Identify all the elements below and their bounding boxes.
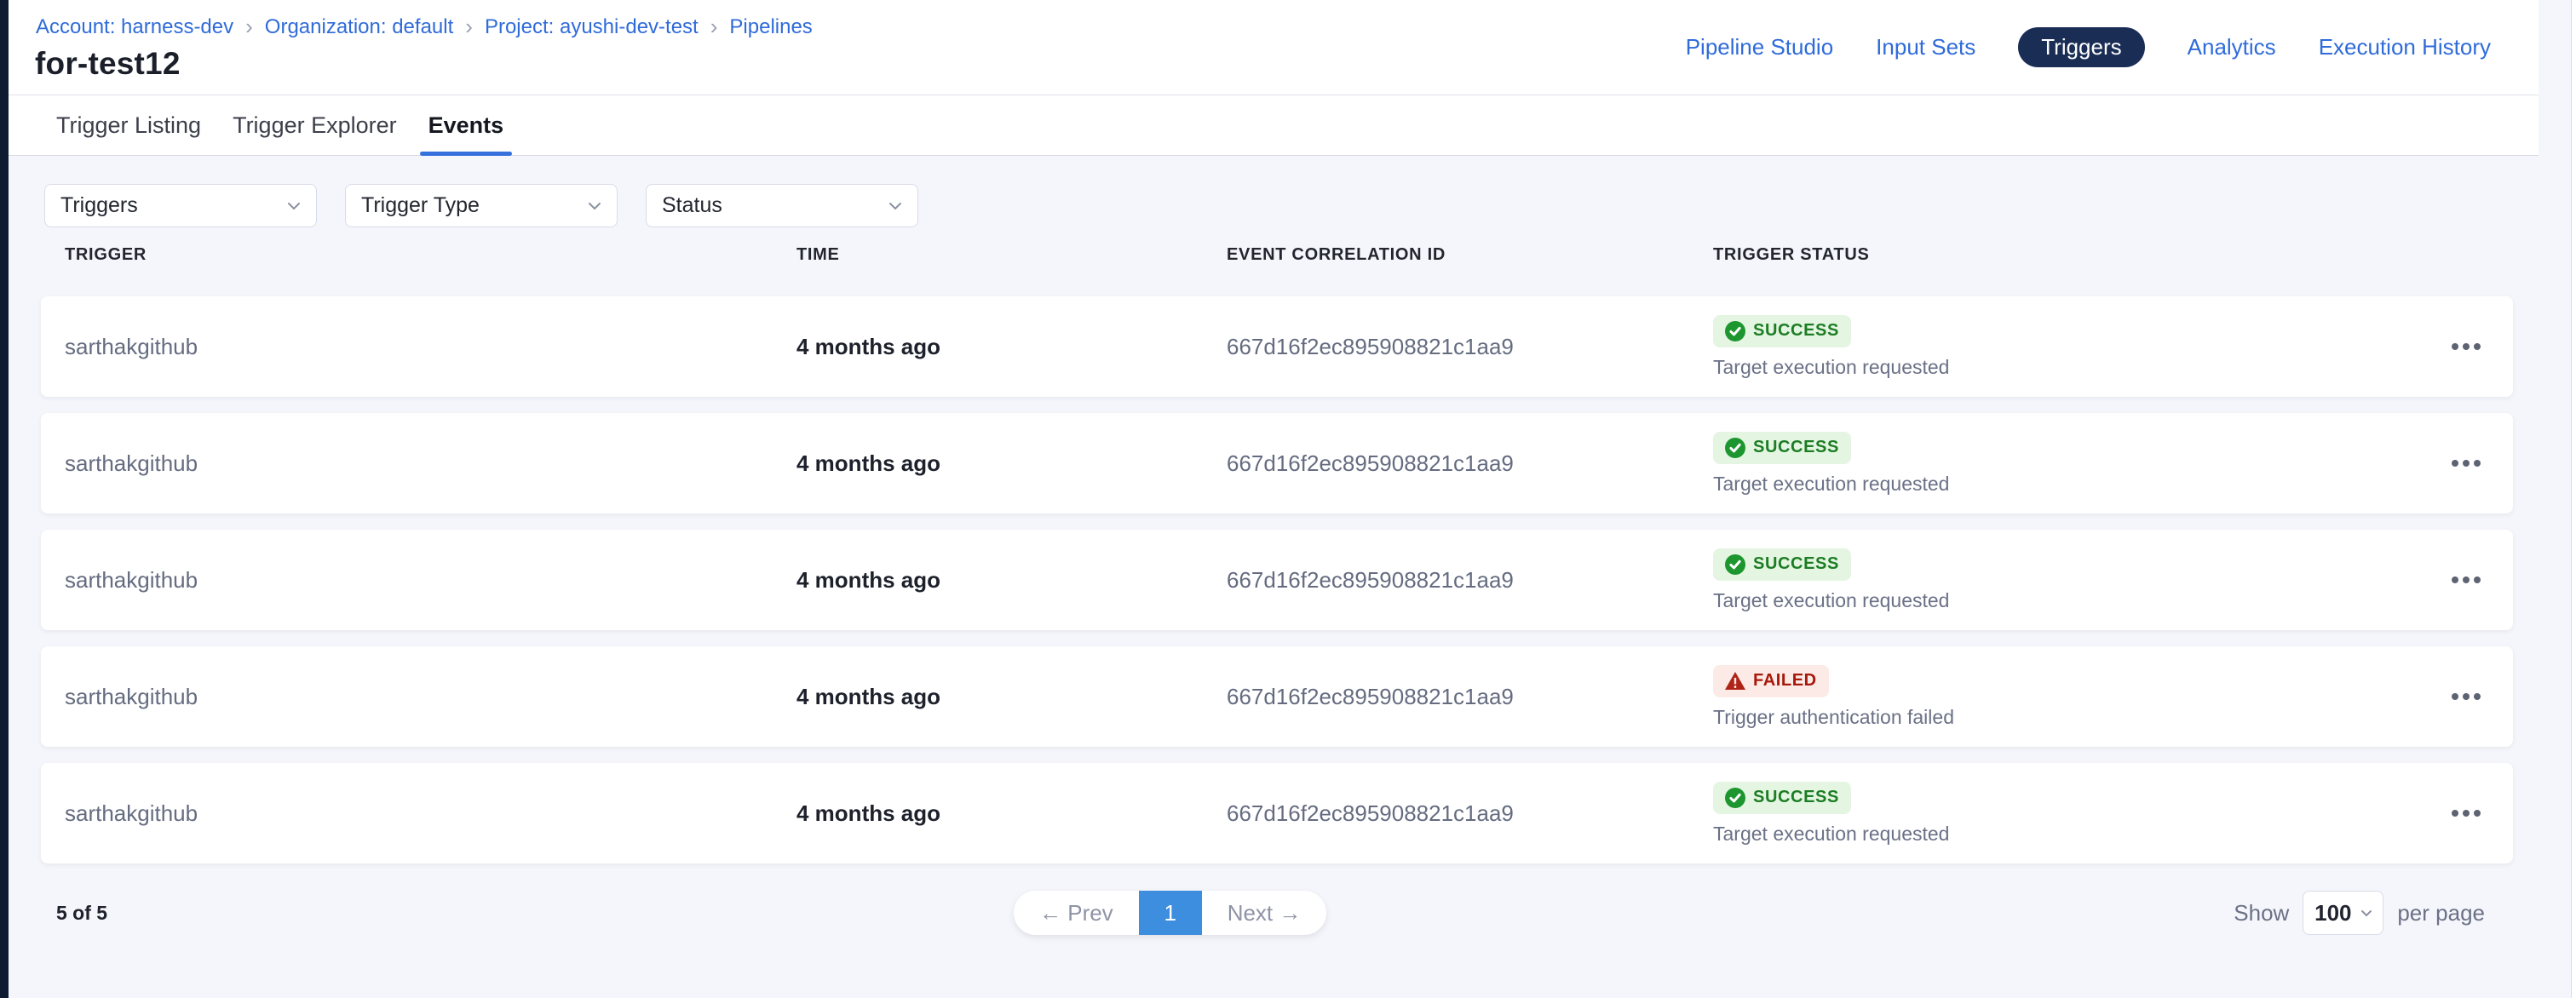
triggers-filter-dropdown[interactable]: Triggers [44,184,317,227]
event-correlation-id: 667d16f2ec895908821c1aa9 [1227,800,1713,827]
status-filter-dropdown[interactable]: Status [646,184,918,227]
column-header-trigger: TRIGGER [65,245,796,265]
chevron-down-icon [2360,909,2372,917]
table-row: sarthakgithub 4 months ago 667d16f2ec895… [41,763,2513,863]
status-detail: Target execution requested [1713,473,1949,496]
status-detail: Trigger authentication failed [1713,706,1954,729]
check-circle-icon [1725,321,1745,341]
next-page-button[interactable]: Next → [1202,900,1327,926]
filters-row: Triggers Trigger Type Status [44,184,918,227]
table-row: sarthakgithub 4 months ago 667d16f2ec895… [41,530,2513,630]
pipeline-top-nav: Pipeline Studio Input Sets Triggers Anal… [1686,29,2491,65]
nav-analytics[interactable]: Analytics [2188,34,2276,60]
event-correlation-id: 667d16f2ec895908821c1aa9 [1227,334,1713,360]
trigger-name: sarthakgithub [65,334,796,360]
tab-events[interactable]: Events [420,95,513,155]
page-header: Account: harness-dev › Organization: def… [9,0,2539,95]
row-menu-button[interactable] [2443,801,2489,825]
column-header-event-correlation-id: EVENT CORRELATION ID [1227,245,1713,265]
trigger-status-cell: FAILED Trigger authentication failed [1713,665,2419,729]
page-size-dropdown[interactable]: 100 [2303,891,2383,935]
status-badge: SUCCESS [1713,548,1851,581]
table-row: sarthakgithub 4 months ago 667d16f2ec895… [41,296,2513,397]
nav-input-sets[interactable]: Input Sets [1876,34,1975,60]
chevron-down-icon [287,202,301,210]
event-correlation-id: 667d16f2ec895908821c1aa9 [1227,567,1713,594]
status-detail: Target execution requested [1713,823,1949,846]
breadcrumb-account-link[interactable]: Account: harness-dev [36,15,233,39]
trigger-status-cell: SUCCESS Target execution requested [1713,315,2419,379]
nav-triggers-active[interactable]: Triggers [2018,27,2144,67]
row-menu-button[interactable] [2443,451,2489,475]
check-circle-icon [1725,788,1745,808]
chevron-down-icon [588,202,601,210]
scrollbar-track[interactable] [2572,0,2576,998]
warning-triangle-icon [1725,672,1745,690]
event-correlation-id: 667d16f2ec895908821c1aa9 [1227,684,1713,710]
status-badge: FAILED [1713,665,1829,697]
status-badge: SUCCESS [1713,432,1851,464]
status-badge: SUCCESS [1713,315,1851,347]
check-circle-icon [1725,554,1745,575]
trigger-status-cell: SUCCESS Target execution requested [1713,548,2419,612]
collapsed-sidebar-edge [0,0,9,998]
breadcrumb-separator: › [465,14,473,40]
page-1-button[interactable]: 1 [1139,891,1202,935]
results-count: 5 of 5 [56,902,107,925]
status-badge: SUCCESS [1713,782,1851,814]
show-label: Show [2234,900,2289,926]
trigger-status-cell: SUCCESS Target execution requested [1713,432,2419,496]
three-dots-icon [2452,343,2481,350]
three-dots-icon [2452,576,2481,583]
row-menu-button[interactable] [2443,568,2489,592]
event-time: 4 months ago [796,684,1227,710]
breadcrumb-organization-link[interactable]: Organization: default [265,15,453,39]
pagination: ← Prev 1 Next → [1014,891,1326,935]
per-page-label: per page [2397,900,2485,926]
check-circle-icon [1725,438,1745,458]
trigger-name: sarthakgithub [65,567,796,594]
table-row: sarthakgithub 4 months ago 667d16f2ec895… [41,413,2513,513]
breadcrumb: Account: harness-dev › Organization: def… [36,14,813,40]
breadcrumb-pipelines-link[interactable]: Pipelines [729,15,812,39]
trigger-type-filter-label: Trigger Type [361,193,480,218]
triggers-filter-label: Triggers [60,193,138,218]
tab-trigger-explorer[interactable]: Trigger Explorer [224,95,405,155]
page-size-control: Show 100 per page [2234,891,2485,935]
trigger-type-filter-dropdown[interactable]: Trigger Type [345,184,618,227]
nav-execution-history[interactable]: Execution History [2319,34,2491,60]
trigger-name: sarthakgithub [65,800,796,827]
status-filter-label: Status [662,193,722,218]
triggers-tab-bar: Trigger Listing Trigger Explorer Events [9,95,2539,156]
column-header-time: TIME [796,245,1227,265]
three-dots-icon [2452,460,2481,467]
status-detail: Target execution requested [1713,589,1949,612]
page-title: for-test12 [35,46,181,82]
event-time: 4 months ago [796,450,1227,477]
row-menu-button[interactable] [2443,335,2489,358]
row-menu-button[interactable] [2443,685,2489,708]
events-table-body: sarthakgithub 4 months ago 667d16f2ec895… [41,296,2513,863]
column-header-trigger-status: TRIGGER STATUS [1713,245,2419,265]
breadcrumb-separator: › [245,14,253,40]
event-time: 4 months ago [796,334,1227,360]
chevron-down-icon [888,202,902,210]
page-size-value: 100 [2314,900,2351,926]
events-table-header: TRIGGER TIME EVENT CORRELATION ID TRIGGE… [41,245,2513,265]
event-correlation-id: 667d16f2ec895908821c1aa9 [1227,450,1713,477]
breadcrumb-separator: › [710,14,718,40]
status-detail: Target execution requested [1713,356,1949,379]
three-dots-icon [2452,693,2481,700]
table-row: sarthakgithub 4 months ago 667d16f2ec895… [41,646,2513,747]
trigger-name: sarthakgithub [65,684,796,710]
breadcrumb-project-link[interactable]: Project: ayushi-dev-test [485,15,699,39]
nav-pipeline-studio[interactable]: Pipeline Studio [1686,34,1833,60]
trigger-status-cell: SUCCESS Target execution requested [1713,782,2419,846]
prev-page-button[interactable]: ← Prev [1014,900,1139,926]
event-time: 4 months ago [796,567,1227,594]
event-time: 4 months ago [796,800,1227,827]
three-dots-icon [2452,810,2481,817]
tab-trigger-listing[interactable]: Trigger Listing [48,95,210,155]
trigger-name: sarthakgithub [65,450,796,477]
